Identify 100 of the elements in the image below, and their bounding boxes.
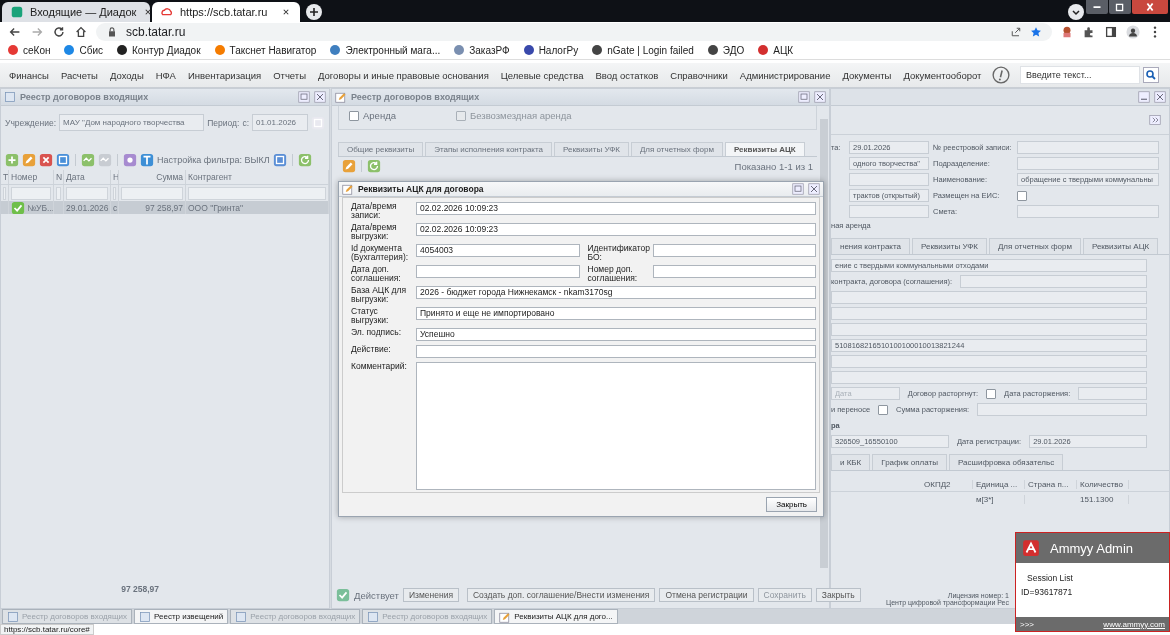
input-field[interactable] bbox=[831, 307, 1147, 320]
input-field[interactable] bbox=[977, 403, 1147, 416]
input-field[interactable] bbox=[831, 323, 1147, 336]
delete-icon[interactable] bbox=[39, 153, 53, 167]
input-field[interactable] bbox=[652, 244, 816, 257]
input-field[interactable]: 02.02.2026 10:09:23 bbox=[416, 223, 816, 236]
bookmark[interactable]: nGate | Login failed bbox=[592, 44, 694, 56]
menu-item[interactable]: Финансы bbox=[3, 69, 55, 81]
bookmark[interactable]: НалогРу bbox=[523, 44, 579, 56]
bookmark[interactable]: ЗаказРФ bbox=[454, 44, 510, 56]
maximize-icon[interactable] bbox=[798, 91, 810, 103]
input-field[interactable]: 4054003 bbox=[416, 244, 580, 257]
date-field[interactable]: 01.01.2026 bbox=[252, 114, 308, 131]
menu-item[interactable]: Договоры и иные правовые основания bbox=[312, 69, 495, 81]
restore-icon[interactable] bbox=[1109, 0, 1131, 14]
new-tab-icon[interactable] bbox=[306, 3, 322, 20]
bookmark[interactable]: ЭДО bbox=[707, 44, 745, 56]
profile-icon[interactable] bbox=[1126, 24, 1140, 39]
expand-link[interactable]: >>> bbox=[1020, 619, 1034, 629]
close-button[interactable]: Закрыть bbox=[766, 497, 817, 512]
bookmark[interactable]: АЦК bbox=[758, 44, 794, 56]
column-header[interactable]: Страна п... bbox=[1025, 479, 1077, 489]
input-field[interactable] bbox=[831, 355, 1147, 368]
column-header[interactable]: Дата bbox=[64, 170, 111, 184]
menu-item[interactable]: НФА bbox=[149, 69, 182, 81]
input-field[interactable] bbox=[652, 265, 816, 278]
maximize-icon[interactable] bbox=[792, 183, 804, 195]
input-field[interactable] bbox=[416, 265, 580, 278]
filter-field[interactable] bbox=[56, 186, 61, 200]
address-bar[interactable]: scb.tatar.ru bbox=[96, 22, 1052, 41]
filter-field[interactable] bbox=[11, 186, 51, 200]
column-header[interactable]: N bbox=[54, 170, 64, 184]
input-field[interactable] bbox=[416, 345, 816, 358]
filter-toggle[interactable]: Настройка фильтра: ВЫКЛ bbox=[157, 155, 270, 165]
browser-tab[interactable]: https://scb.tatar.ru bbox=[152, 1, 300, 22]
column-header[interactable]: Контрагент bbox=[186, 170, 329, 184]
filter-icon[interactable] bbox=[140, 153, 154, 167]
menu-item[interactable]: Расчеты bbox=[54, 69, 104, 81]
sidebar-icon[interactable] bbox=[1104, 24, 1118, 39]
input-field[interactable]: 02.02.2026 10:09:23 bbox=[416, 202, 816, 215]
tab[interactable]: Этапы исполнения контракта bbox=[425, 142, 552, 156]
input-field[interactable] bbox=[831, 291, 1147, 304]
checkbox[interactable] bbox=[1017, 190, 1027, 201]
column-header[interactable]: Номер bbox=[9, 170, 54, 184]
tab[interactable]: График оплаты bbox=[872, 454, 947, 470]
tab[interactable]: нения контракта bbox=[831, 238, 910, 254]
chart-icon[interactable] bbox=[81, 153, 95, 167]
column-header[interactable]: Н bbox=[111, 170, 119, 184]
refresh-icon[interactable] bbox=[297, 153, 312, 167]
input-field[interactable] bbox=[1078, 387, 1147, 400]
edit-icon[interactable] bbox=[22, 153, 36, 167]
input-field[interactable] bbox=[849, 173, 929, 186]
column-header[interactable]: Единица ... bbox=[973, 479, 1025, 489]
menu-item[interactable]: Доходы bbox=[103, 69, 150, 81]
browser-tab[interactable]: Входящие — Диадок bbox=[2, 1, 150, 22]
tab[interactable]: Для отчетных форм bbox=[988, 238, 1081, 254]
bookmark[interactable]: Сбис bbox=[64, 44, 104, 56]
filter-field[interactable] bbox=[188, 186, 326, 200]
button[interactable]: Отмена регистрации bbox=[659, 588, 754, 602]
calendar-icon[interactable] bbox=[311, 115, 325, 130]
tab[interactable]: Реквизиты УФК bbox=[553, 142, 629, 156]
tab[interactable]: Для отчетных форм bbox=[630, 142, 723, 156]
checkbox[interactable] bbox=[349, 110, 359, 121]
help-icon[interactable] bbox=[992, 66, 1010, 85]
input-field[interactable] bbox=[1017, 205, 1159, 218]
home-icon[interactable] bbox=[74, 24, 88, 39]
taskbar-item[interactable]: Реквизиты АЦК для дого... bbox=[494, 609, 618, 624]
column-header[interactable]: Т bbox=[1, 170, 9, 184]
reload-icon[interactable] bbox=[52, 24, 66, 39]
menu-item[interactable]: Инвентаризация bbox=[181, 69, 268, 81]
input-field[interactable] bbox=[960, 275, 1147, 288]
expand-icon[interactable] bbox=[1149, 114, 1161, 126]
bookmark[interactable]: Электронный мага... bbox=[330, 44, 441, 56]
search-field[interactable]: Введите текст... bbox=[1020, 66, 1140, 85]
input-field[interactable]: Успешно bbox=[416, 328, 816, 341]
star-icon[interactable] bbox=[1030, 25, 1042, 38]
input-field[interactable] bbox=[849, 205, 929, 218]
menu-item[interactable]: Отчеты bbox=[267, 69, 312, 81]
column-header[interactable]: Количество bbox=[1077, 479, 1129, 489]
filter-field[interactable] bbox=[66, 186, 108, 200]
menu-item[interactable]: Документооборот bbox=[897, 69, 988, 81]
input-field[interactable]: Принято и еще не импортировано bbox=[416, 307, 816, 320]
menu-item[interactable]: Ввод остатков bbox=[589, 69, 665, 81]
tab[interactable]: Общие реквизиты bbox=[338, 142, 424, 156]
input-field[interactable] bbox=[831, 371, 1147, 384]
edit-icon[interactable] bbox=[342, 159, 356, 173]
button[interactable]: Создать доп. соглашение/Внести изменения bbox=[467, 588, 656, 602]
chevron-down-icon[interactable] bbox=[1068, 3, 1084, 20]
button[interactable]: Изменения bbox=[402, 588, 459, 602]
menu-item[interactable]: Справочники bbox=[664, 69, 734, 81]
minimize-icon[interactable] bbox=[1138, 91, 1150, 103]
column-header[interactable]: Сумма bbox=[119, 170, 186, 184]
input-field[interactable]: 2026 - бюджет города Нижнекамск - nkam3170sg bbox=[416, 286, 816, 299]
bookmark[interactable]: сеКон bbox=[8, 44, 51, 56]
checkbox[interactable] bbox=[878, 404, 889, 415]
tab[interactable]: Реквизиты АЦК bbox=[724, 142, 805, 156]
puzzle-icon[interactable] bbox=[1082, 24, 1096, 39]
share-icon[interactable] bbox=[1010, 25, 1022, 38]
filter-field[interactable] bbox=[121, 186, 183, 200]
dropdown-icon[interactable] bbox=[123, 153, 137, 167]
